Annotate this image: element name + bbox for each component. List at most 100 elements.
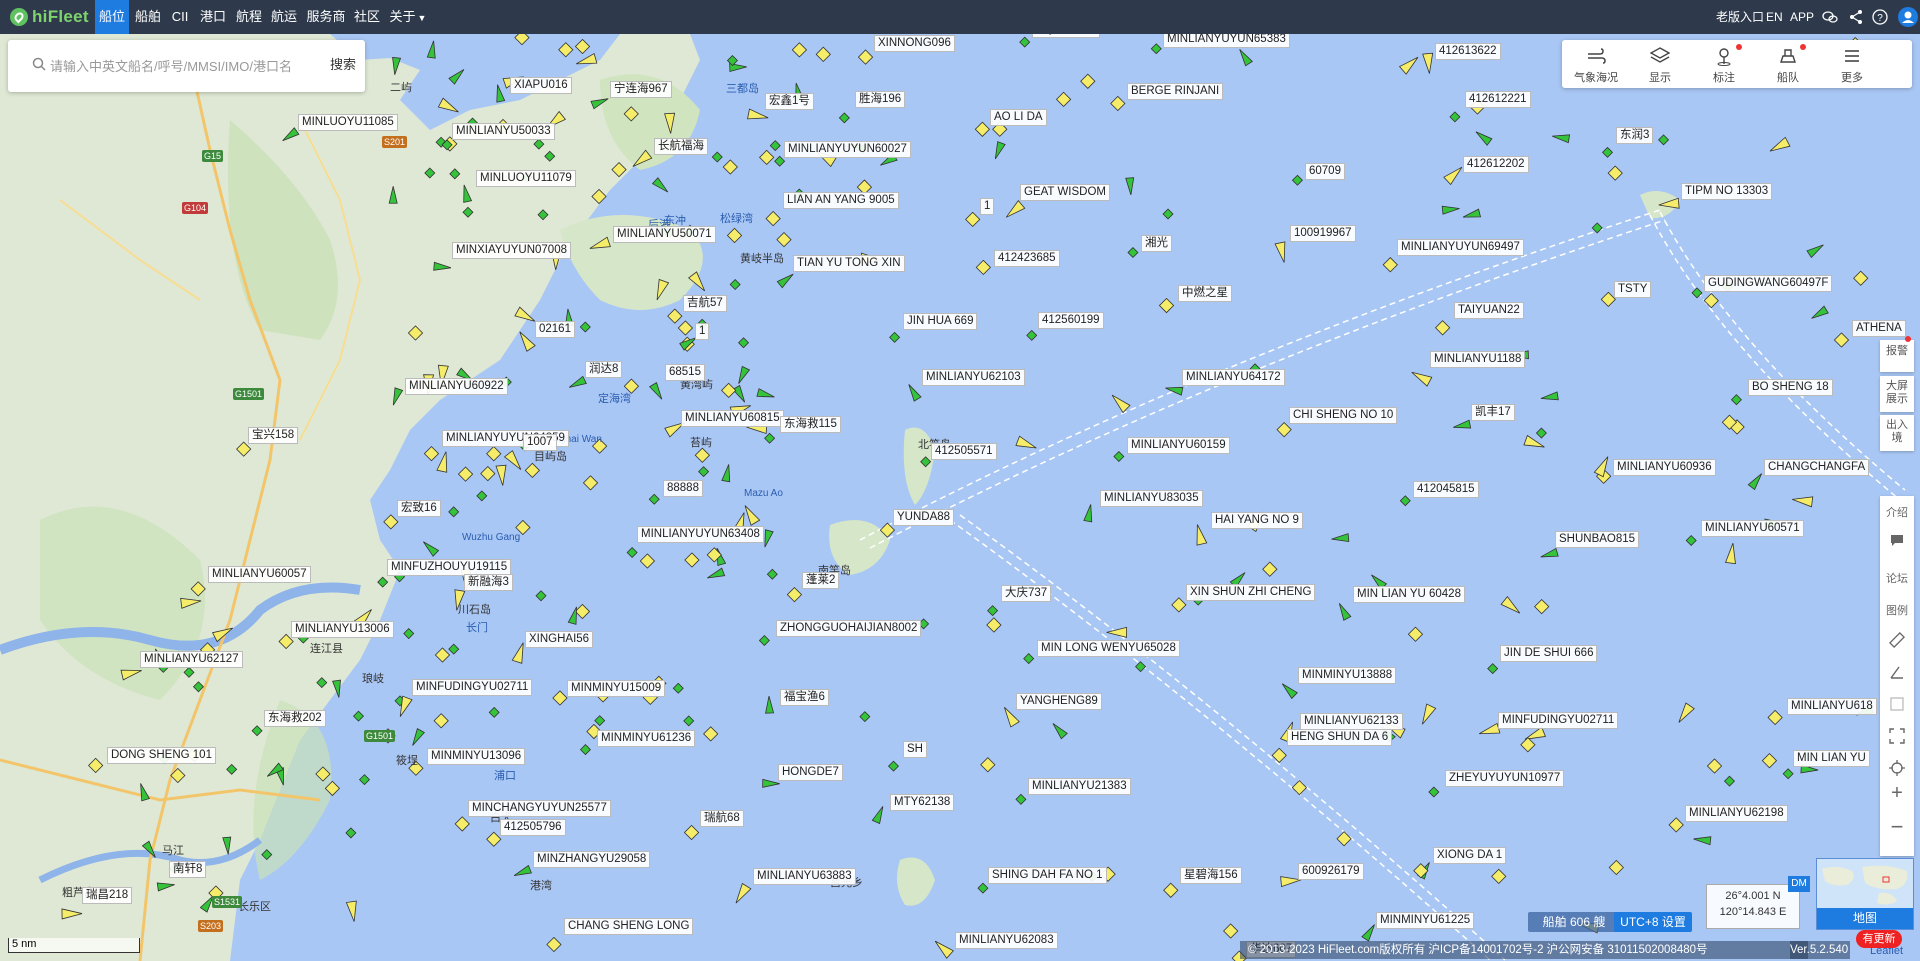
ship-marker-icon[interactable] [141, 840, 158, 860]
ship-label[interactable]: MINLUOYU11079 [476, 170, 576, 187]
ship-label[interactable]: MINMINYU61236 [597, 730, 696, 747]
ship-marker-icon[interactable] [975, 259, 991, 276]
ship-marker-icon[interactable] [759, 149, 775, 166]
ship-label[interactable]: 蓬莱2 [802, 572, 840, 589]
nav-item-voyage[interactable]: 航程 [234, 0, 264, 34]
ship-label[interactable]: MINLIANYU63883 [753, 868, 856, 885]
ship-label[interactable]: MINFUDINGYU02711 [1498, 712, 1619, 729]
ship-label[interactable]: MINLIANYU62103 [922, 369, 1025, 386]
ship-label[interactable]: MINLIANYU50071 [613, 226, 716, 243]
ship-marker-icon[interactable] [222, 836, 232, 855]
intro-button[interactable]: 介绍 [1880, 504, 1914, 520]
ship-label[interactable]: HONGDE7 [778, 764, 843, 781]
ship-label[interactable]: CHANGCHANGFA [1764, 459, 1870, 476]
ship-marker-icon[interactable] [1113, 450, 1125, 463]
ship-marker-icon[interactable] [476, 490, 488, 502]
ship-marker-icon[interactable] [1792, 494, 1814, 508]
ship-marker-icon[interactable] [1150, 43, 1162, 55]
ship-marker-icon[interactable] [345, 827, 357, 839]
ship-label[interactable]: SHING DAH FA NO 1 [988, 867, 1107, 884]
ship-label[interactable]: XINGHAI56 [525, 631, 594, 648]
ship-marker-icon[interactable] [677, 320, 694, 336]
ship-marker-icon[interactable] [1422, 52, 1435, 74]
ship-marker-icon[interactable] [1833, 332, 1850, 348]
ship-marker-icon[interactable] [537, 209, 549, 221]
ship-marker-icon[interactable] [815, 46, 831, 62]
ship-marker-icon[interactable] [1500, 595, 1523, 617]
legend-button[interactable]: 图例 [1880, 602, 1914, 618]
ship-label[interactable]: 长航福海 [654, 138, 708, 155]
ship-marker-icon[interactable] [533, 138, 545, 150]
ship-marker-icon[interactable] [1398, 53, 1422, 75]
ship-marker-icon[interactable] [871, 805, 886, 825]
ship-marker-icon[interactable] [516, 329, 536, 352]
ship-label[interactable]: MINLIANYUYUN63408 [637, 526, 764, 543]
ship-marker-icon[interactable] [137, 782, 150, 802]
ship-marker-icon[interactable] [1853, 270, 1869, 286]
ship-marker-icon[interactable] [1693, 835, 1712, 846]
ship-label[interactable]: MINLIANYU13006 [291, 621, 394, 638]
ship-label[interactable]: 宏致16 [397, 500, 441, 517]
ship-marker-icon[interactable] [568, 375, 587, 391]
ship-label[interactable]: XINNONG096 [874, 35, 955, 52]
zoom-in-button[interactable]: + [1880, 782, 1914, 805]
locate-icon[interactable] [1889, 760, 1905, 776]
ship-marker-icon[interactable] [1491, 868, 1507, 885]
ship-label[interactable]: 瑞航68 [700, 810, 744, 827]
ship-label[interactable]: MINLIANYU83035 [1100, 490, 1203, 507]
ship-marker-icon[interactable] [280, 127, 300, 144]
ship-label[interactable]: 中燃之星 [1178, 285, 1232, 302]
wechat-icon[interactable] [1822, 9, 1838, 25]
ship-label[interactable]: 412505796 [500, 819, 566, 836]
ship-label[interactable]: MINLIANYU60815 [681, 410, 784, 427]
ship-label[interactable]: MINXIAYUYUN07008 [452, 242, 571, 259]
ship-marker-icon[interactable] [992, 141, 1006, 161]
ship-marker-icon[interactable] [426, 40, 437, 59]
ship-marker-icon[interactable] [437, 97, 460, 116]
ship-marker-icon[interactable] [407, 325, 424, 341]
ship-marker-icon[interactable] [932, 937, 955, 959]
ship-marker-icon[interactable] [1535, 427, 1547, 439]
ship-label[interactable]: HENG SHUN DA 6 [1287, 729, 1393, 746]
ship-label[interactable]: 412612202 [1463, 156, 1529, 173]
ship-marker-icon[interactable] [1809, 305, 1829, 322]
ruler-icon[interactable] [1889, 632, 1905, 648]
ship-label[interactable]: TAIYUAN22 [1454, 302, 1524, 319]
ship-marker-icon[interactable] [786, 587, 803, 603]
ship-label[interactable]: MINLUOYU11085 [298, 114, 398, 131]
ship-marker-icon[interactable] [1171, 597, 1187, 613]
ship-marker-icon[interactable] [61, 908, 83, 920]
ship-marker-icon[interactable] [1055, 91, 1072, 108]
ship-marker-icon[interactable] [905, 382, 922, 402]
ship-marker-icon[interactable] [332, 679, 343, 698]
ship-marker-icon[interactable] [1608, 859, 1624, 876]
ship-marker-icon[interactable] [324, 780, 341, 797]
nav-item-cii[interactable]: CII [167, 0, 193, 34]
ship-label[interactable]: 东润3 [1616, 127, 1654, 144]
ship-marker-icon[interactable] [764, 432, 776, 444]
ship-marker-icon[interactable] [756, 388, 775, 401]
ship-marker-icon[interactable] [1135, 661, 1147, 673]
ship-marker-icon[interactable] [409, 728, 425, 748]
chat-icon[interactable] [1889, 532, 1905, 548]
ship-marker-icon[interactable] [460, 184, 473, 203]
ship-label[interactable]: 南轩8 [169, 861, 207, 878]
ship-marker-icon[interactable] [226, 763, 238, 775]
ship-label[interactable]: SHUNBAO815 [1555, 531, 1640, 548]
ship-marker-icon[interactable] [1474, 129, 1493, 146]
ship-marker-icon[interactable] [776, 231, 792, 248]
ship-marker-icon[interactable] [449, 168, 461, 180]
ship-label[interactable]: 宝兴158 [248, 427, 299, 444]
ship-marker-icon[interactable] [544, 150, 556, 162]
ship-marker-icon[interactable] [639, 553, 656, 569]
ship-label[interactable]: YUNDA88 [893, 509, 955, 526]
ship-label[interactable]: MINMINYU13096 [427, 748, 526, 765]
ship-marker-icon[interactable] [513, 864, 532, 880]
ship-marker-icon[interactable] [156, 881, 175, 892]
ship-marker-icon[interactable] [345, 900, 359, 922]
ship-marker-icon[interactable] [1724, 543, 1738, 565]
ship-marker-icon[interactable] [1593, 454, 1612, 478]
ship-marker-icon[interactable] [488, 706, 500, 718]
ship-marker-icon[interactable] [726, 227, 743, 244]
ship-marker-icon[interactable] [1747, 471, 1765, 491]
